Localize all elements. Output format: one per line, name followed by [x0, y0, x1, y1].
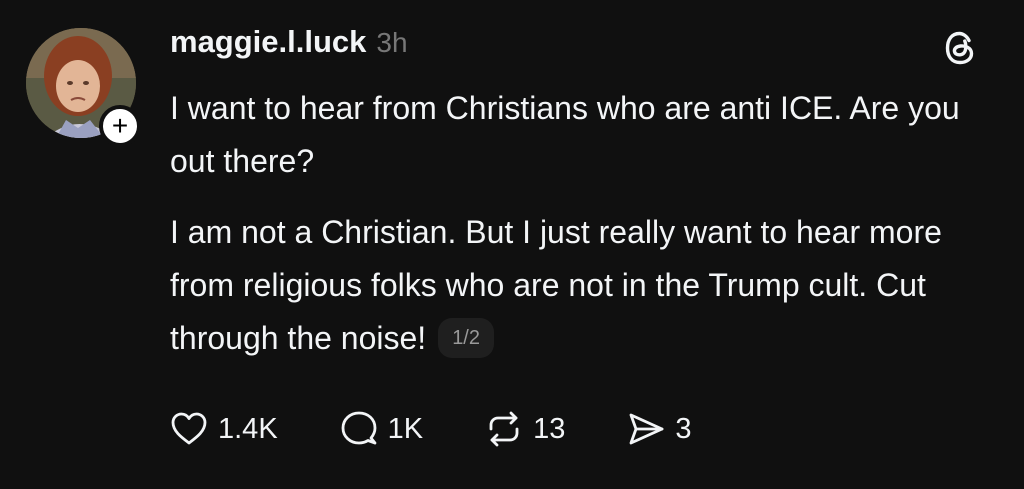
page-indicator: 1/2 [438, 317, 494, 358]
share-button[interactable]: 3 [625, 408, 692, 450]
repost-icon [489, 411, 519, 447]
post-paragraph: I want to hear from Christians who are a… [170, 90, 960, 179]
timestamp[interactable]: 3h [376, 27, 407, 59]
speech-bubble-icon [341, 411, 377, 445]
avatar-container: + [26, 28, 141, 147]
like-button[interactable]: 1.4K [168, 408, 278, 450]
post-header: maggie.l.luck 3h [170, 24, 408, 64]
like-count: 1.4K [218, 412, 278, 445]
post-body: I want to hear from Christians who are a… [170, 82, 970, 383]
threads-logo-icon[interactable] [940, 28, 980, 68]
post-paragraph: I am not a Christian. But I just really … [170, 206, 970, 365]
repost-button[interactable]: 13 [483, 408, 565, 450]
post-paragraph-text: I am not a Christian. But I just really … [170, 214, 942, 356]
reply-button[interactable]: 1K [338, 408, 423, 450]
send-icon [630, 413, 664, 445]
thread-post: + maggie.l.luck 3h I want to hear from C… [0, 0, 1024, 489]
follow-button[interactable]: + [99, 105, 141, 147]
repost-count: 13 [533, 412, 566, 445]
action-bar: 1.4K 1K 13 3 [168, 404, 752, 454]
username[interactable]: maggie.l.luck [170, 24, 366, 60]
reply-count: 1K [387, 412, 424, 445]
share-count: 3 [675, 412, 692, 445]
heart-icon [171, 412, 207, 445]
